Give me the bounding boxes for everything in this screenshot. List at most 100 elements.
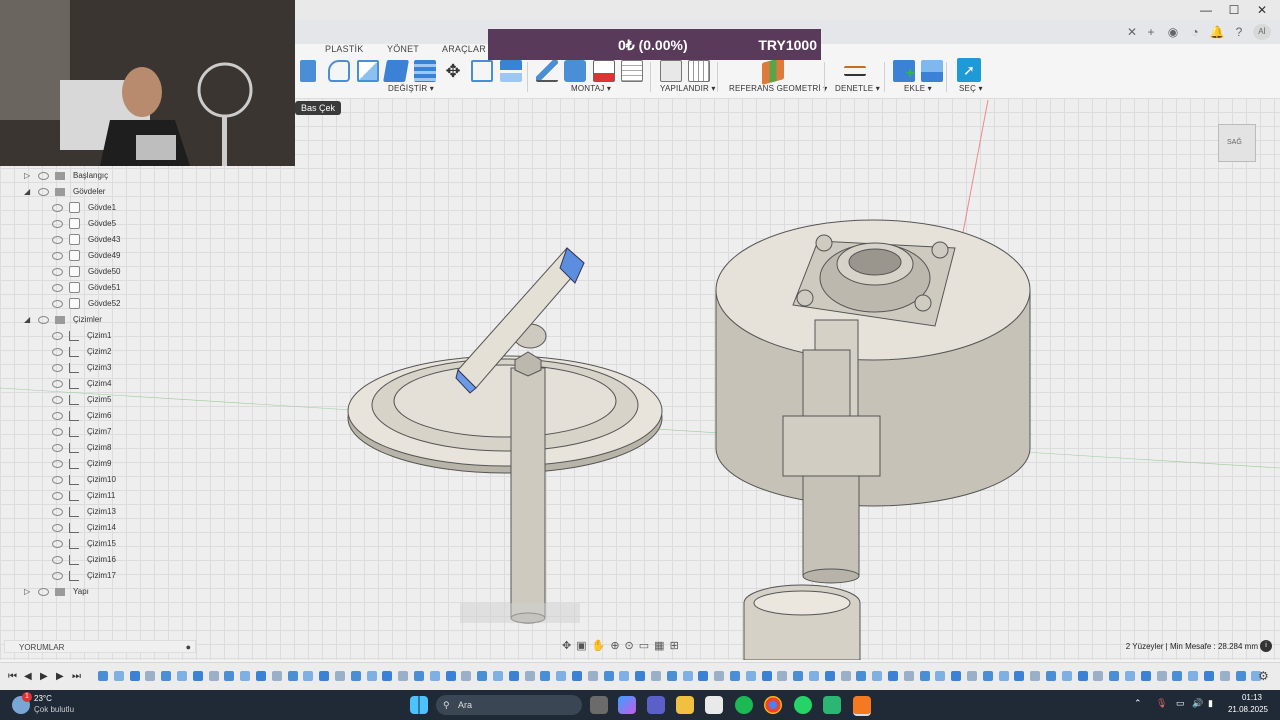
- extensions-icon[interactable]: ◉: [1165, 24, 1181, 40]
- expand-toggle-icon[interactable]: ▷: [24, 168, 34, 184]
- configuration-table-icon[interactable]: [688, 60, 710, 82]
- timeline-feature-icon[interactable]: [414, 671, 424, 681]
- timeline-feature-icon[interactable]: [145, 671, 156, 681]
- timeline-feature-icon[interactable]: [177, 671, 187, 681]
- browser-sketch-item[interactable]: Çizim15: [52, 536, 116, 552]
- browser-body-item[interactable]: Gövde51: [52, 280, 120, 296]
- visibility-eye-icon[interactable]: [52, 475, 63, 484]
- construct-group-label[interactable]: REFERANS GEOMETRİ ▾: [729, 84, 828, 93]
- close-window-icon[interactable]: ✕: [1248, 0, 1276, 20]
- microphone-icon[interactable]: 🎙: [1156, 698, 1167, 709]
- timeline-feature-icon[interactable]: [256, 671, 266, 681]
- joint-icon[interactable]: [564, 60, 586, 82]
- file-explorer-icon[interactable]: [676, 696, 694, 714]
- visibility-eye-icon[interactable]: [52, 219, 63, 228]
- timeline-feature-icon[interactable]: [1188, 671, 1199, 681]
- 3d-viewport[interactable]: SAĞ: [0, 98, 1280, 660]
- windows-start-icon[interactable]: [410, 696, 428, 714]
- visibility-eye-icon[interactable]: [52, 347, 63, 356]
- volume-icon[interactable]: 🔊: [1192, 698, 1203, 709]
- browser-sketch-item[interactable]: Çizim10: [52, 472, 116, 488]
- timeline-start-icon[interactable]: ⏮: [8, 671, 17, 682]
- visibility-eye-icon[interactable]: [52, 443, 63, 452]
- timeline-feature-icon[interactable]: [840, 671, 851, 681]
- shell-icon[interactable]: [383, 60, 409, 82]
- timeline-feature-icon[interactable]: [161, 671, 172, 681]
- assemble-group-label[interactable]: MONTAJ ▾: [571, 84, 611, 93]
- maximize-icon[interactable]: ☐: [1220, 0, 1248, 20]
- visibility-eye-icon[interactable]: [38, 587, 49, 596]
- timeline-feature-icon[interactable]: [319, 671, 330, 681]
- browser-sketch-item[interactable]: Çizim8: [52, 440, 111, 456]
- align-icon[interactable]: [500, 60, 522, 82]
- timeline-feature-icon[interactable]: [524, 671, 535, 681]
- insert-group-label[interactable]: EKLE ▾: [904, 84, 932, 93]
- browser-folder[interactable]: ◢ Çizimler: [24, 312, 102, 328]
- visibility-eye-icon[interactable]: [52, 283, 63, 292]
- timeline-feature-icon[interactable]: [192, 671, 203, 681]
- move-icon[interactable]: ✥: [442, 60, 464, 82]
- browser-sketch-item[interactable]: Çizim6: [52, 408, 111, 424]
- timeline-feature-icon[interactable]: [572, 671, 582, 681]
- timeline-feature-icon[interactable]: [1061, 671, 1072, 681]
- timeline-feature-icon[interactable]: [429, 671, 440, 681]
- browser-sketch-item[interactable]: Çizim14: [52, 520, 116, 536]
- visibility-eye-icon[interactable]: [52, 571, 63, 580]
- timeline-feature-icon[interactable]: [714, 671, 725, 681]
- timeline-feature-icon[interactable]: [240, 671, 251, 681]
- timeline-feature-icon[interactable]: [824, 671, 835, 681]
- timeline-feature-icon[interactable]: [745, 671, 756, 681]
- grid-settings-icon[interactable]: ▦: [654, 640, 669, 652]
- visibility-eye-icon[interactable]: [52, 235, 63, 244]
- timeline-feature-icon[interactable]: [224, 671, 235, 681]
- as-built-joint-icon[interactable]: [593, 60, 615, 82]
- clock-time[interactable]: 01:13: [1222, 693, 1262, 702]
- timeline-feature-icon[interactable]: [540, 671, 551, 681]
- timeline-feature-icon[interactable]: [635, 671, 646, 681]
- visibility-eye-icon[interactable]: [52, 427, 63, 436]
- configure-icon[interactable]: [660, 60, 682, 82]
- tab-manage[interactable]: YÖNET: [387, 44, 419, 54]
- timeline-feature-icon[interactable]: [1093, 671, 1104, 681]
- timeline-feature-icon[interactable]: [1156, 671, 1167, 681]
- browser-body-item[interactable]: Gövde43: [52, 232, 120, 248]
- taskbar-search[interactable]: ⚲ Ara: [436, 695, 582, 715]
- timeline-feature-icon[interactable]: [856, 671, 867, 681]
- teams-icon[interactable]: [647, 696, 665, 714]
- timeline-feature-icon[interactable]: [303, 671, 314, 681]
- status-info-icon[interactable]: i: [1260, 640, 1272, 652]
- timeline-feature-icon[interactable]: [366, 671, 377, 681]
- timeline-feature-icon[interactable]: [350, 671, 361, 681]
- insert-canvas-icon[interactable]: [921, 60, 943, 82]
- timeline-feature-icon[interactable]: [587, 671, 598, 681]
- app-icon[interactable]: [823, 696, 841, 714]
- timeline-feature-icon[interactable]: [445, 671, 456, 681]
- display-settings-icon[interactable]: ▭: [639, 640, 654, 652]
- timeline-end-icon[interactable]: ⏭: [72, 671, 81, 682]
- visibility-eye-icon[interactable]: [52, 411, 63, 420]
- fit-icon[interactable]: ⊙: [625, 640, 639, 652]
- browser-sketch-item[interactable]: Çizim4: [52, 376, 111, 392]
- draft-icon[interactable]: [414, 60, 436, 82]
- timeline-feature-icon[interactable]: [1140, 671, 1151, 681]
- timeline-settings-icon[interactable]: ⚙: [1258, 669, 1269, 683]
- viewports-icon[interactable]: ⊞: [670, 640, 684, 652]
- timeline-feature-icon[interactable]: [493, 671, 503, 681]
- timeline-feature-icon[interactable]: [682, 671, 693, 681]
- visibility-eye-icon[interactable]: [52, 491, 63, 500]
- timeline-feature-icon[interactable]: [951, 671, 962, 681]
- timeline-feature-icon[interactable]: [208, 671, 219, 681]
- visibility-eye-icon[interactable]: [38, 187, 49, 196]
- timeline-feature-icon[interactable]: [271, 671, 282, 681]
- visibility-eye-icon[interactable]: [38, 315, 49, 324]
- visibility-eye-icon[interactable]: [52, 395, 63, 404]
- timeline-feature-icon[interactable]: [129, 671, 140, 681]
- browser-body-item[interactable]: Gövde1: [52, 200, 116, 216]
- timeline-prev-icon[interactable]: ◀: [24, 671, 32, 682]
- timeline-feature-icon[interactable]: [398, 671, 409, 681]
- browser-body-item[interactable]: Gövde49: [52, 248, 120, 264]
- timeline-feature-icon[interactable]: [1030, 671, 1041, 681]
- tray-overflow-icon[interactable]: ⌃: [1134, 698, 1142, 709]
- timeline-feature-icon[interactable]: [382, 671, 393, 681]
- clock-date[interactable]: 21.08.2025: [1222, 705, 1268, 714]
